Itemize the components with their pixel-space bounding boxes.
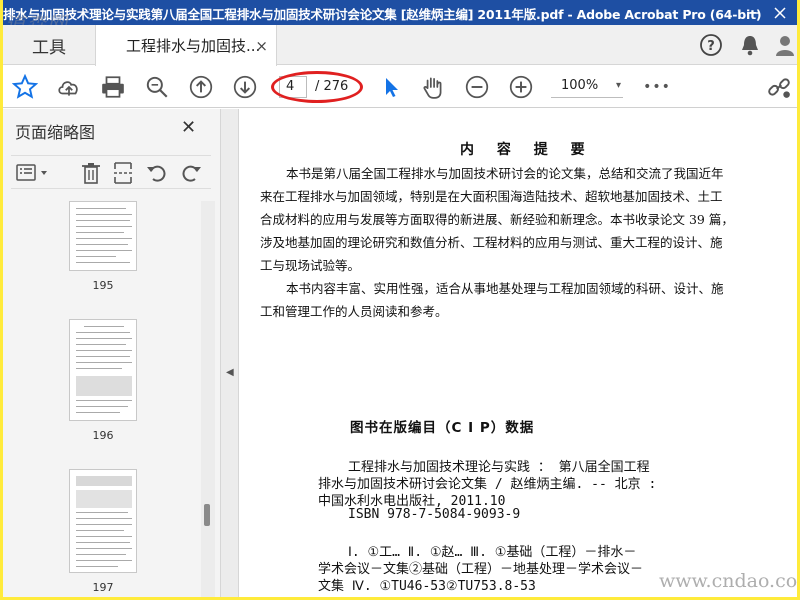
thumbnail-page-number: 195 [92,279,114,292]
rotate-counterclockwise-icon[interactable] [145,161,169,185]
tab-close-icon[interactable]: × [255,37,268,55]
extract-pages-icon[interactable] [111,161,135,185]
zoom-out-icon[interactable] [463,73,491,101]
watermark-bottom-right: www.cndao.com [659,570,797,592]
share-link-icon[interactable] [765,73,793,101]
delete-page-icon[interactable] [79,161,103,185]
help-icon[interactable]: ? [699,33,723,61]
zoom-select[interactable]: 100% ▾ [551,76,623,98]
thumbnail-options-icon[interactable] [15,161,51,185]
page-thumbnail[interactable] [69,201,137,271]
window-title: 排水与加固技术理论与实践第八届全国工程排水与加固技术研讨会论文集 [赵维炳主编]… [3,7,762,22]
main-toolbar: 4 / 276 100% ▾ ••• [3,66,797,108]
tab-bar: 工具 工程排水与加固技... × ? [3,25,797,66]
page-heading: 内 容 提 要 [460,142,594,158]
select-cursor-icon[interactable] [377,73,405,101]
panel-close-icon[interactable]: ✕ [181,117,196,138]
page-thumbnail[interactable] [69,469,137,573]
tab-tools[interactable]: 工具 [3,25,95,65]
scrollbar-thumb[interactable] [204,504,210,526]
bookmark-star-icon[interactable] [11,73,39,101]
thumbnail-toolbar [11,155,211,189]
summary-line: 本书内容丰富、实用性强，适合从事地基处理与工程加固领域的科研、设计、施 [286,281,724,296]
tab-document[interactable]: 工程排水与加固技... × [95,25,277,66]
cip-line: ISBN 978-7-5084-9093-9 [348,507,521,522]
summary-line: 涉及地基加固的理论研究和数值分析、工程材料的应用与测试、重大工程的设计、施 [260,235,723,250]
title-bar: 排水与加固技术理论与实践第八届全国工程排水与加固技术研讨会论文集 [赵维炳主编]… [3,0,797,25]
rotate-clockwise-icon[interactable] [179,161,203,185]
panel-splitter[interactable]: ◀ [221,109,239,597]
chevron-down-icon: ▾ [615,80,621,91]
cip-title: 图书在版编目（C I P）数据 [350,420,535,436]
cip-class-line: 文集 Ⅳ. ①TU46-53②TU753.8-53 [318,579,536,594]
panel-title: 页面缩略图 [15,123,96,142]
acrobat-window: 排水与加固技术理论与实践第八届全国工程排水与加固技术研讨会论文集 [赵维炳主编]… [3,0,797,597]
document-view: 内 容 提 要 本书是第八届全国工程排水与加固技术研讨会的论文集，总结和交流了我… [240,109,797,597]
close-window-button[interactable] [765,0,795,25]
page-thumbnails-panel: 页面缩略图 ✕ 195 196 197 [3,109,221,597]
thumbnail-scrollbar[interactable] [201,201,215,597]
upload-cloud-icon[interactable] [55,73,83,101]
print-icon[interactable] [99,73,127,101]
more-tools-icon[interactable]: ••• [643,73,671,101]
search-icon[interactable] [143,73,171,101]
previous-page-icon[interactable] [187,73,215,101]
notifications-bell-icon[interactable] [739,33,761,61]
summary-line: 工与现场试验等。 [260,258,361,273]
zoom-in-icon[interactable] [507,73,535,101]
thumbnail-page-number: 196 [92,429,114,442]
hand-tool-icon[interactable] [419,73,447,101]
summary-line: 来在工程排水与加固领域，特别是在大面积围海造陆技术、超软地基加固技术、土工 [260,189,723,204]
summary-line: 本书是第八届全国工程排水与加固技术研讨会的论文集，总结和交流了我国近年 [286,166,724,181]
thumbnail-list: 195 196 197 [3,201,199,597]
sign-in-icon[interactable] [775,33,795,61]
tab-document-label: 工程排水与加固技... [126,37,261,55]
next-page-icon[interactable] [231,73,259,101]
page-thumbnail[interactable] [69,319,137,421]
thumbnail-page-number: 197 [92,581,114,594]
summary-line: 合成材料的应用与发展等方面取得的新进展、新经验和新理念。本书收录论文 39 篇， [260,212,734,227]
summary-line: 工和管理工作的人员阅读和参考。 [260,304,448,319]
zoom-value: 100% [561,78,599,93]
highlight-ring [271,71,363,103]
collapse-arrow-icon[interactable]: ◀ [226,367,234,378]
svg-text:?: ? [707,39,715,54]
